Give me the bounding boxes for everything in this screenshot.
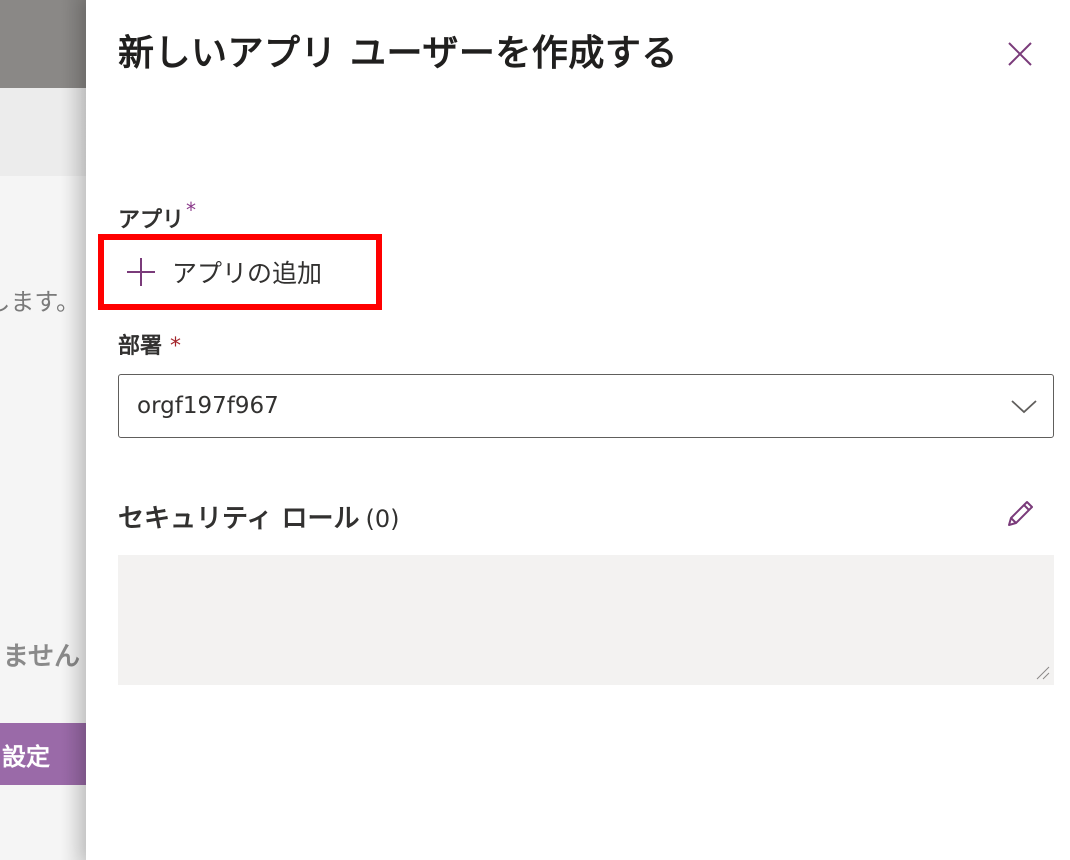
resize-grip-icon[interactable] [1034,664,1050,680]
add-app-button-label: アプリの追加 [172,259,323,288]
plus-icon [124,255,158,289]
background-page: します。 ません 設定 [0,0,86,860]
department-dropdown[interactable]: orgf197f967 [118,374,1054,438]
department-selected-value: orgf197f967 [137,393,279,419]
app-label-text: アプリ [118,208,185,233]
create-app-user-panel: 新しいアプリ ユーザーを作成する アプリ * アプリの追加 部署 * orgf1… [86,0,1070,860]
close-icon [1006,40,1034,72]
security-roles-count: (0) [365,505,400,533]
department-field-label: 部署 * [118,328,181,360]
chevron-down-icon [1009,391,1039,421]
app-field-label: アプリ * [118,198,196,234]
security-roles-title: セキュリティ ロール (0) [118,498,400,535]
close-button[interactable] [1000,36,1040,76]
panel-title: 新しいアプリ ユーザーを作成する [118,33,678,74]
department-label-text: 部署 [118,334,163,359]
panel-shadow [60,0,86,860]
required-indicator: * [170,334,182,359]
add-app-button[interactable]: アプリの追加 [98,234,382,310]
screen: します。 ません 設定 新しいアプリ ユーザーを作成する アプリ* [0,0,1070,860]
security-roles-title-text: セキュリティ ロール [118,504,360,534]
required-indicator: * [186,198,197,222]
security-roles-textarea[interactable] [118,555,1054,685]
edit-security-roles-button[interactable] [1000,496,1040,536]
pencil-icon [1003,497,1037,535]
